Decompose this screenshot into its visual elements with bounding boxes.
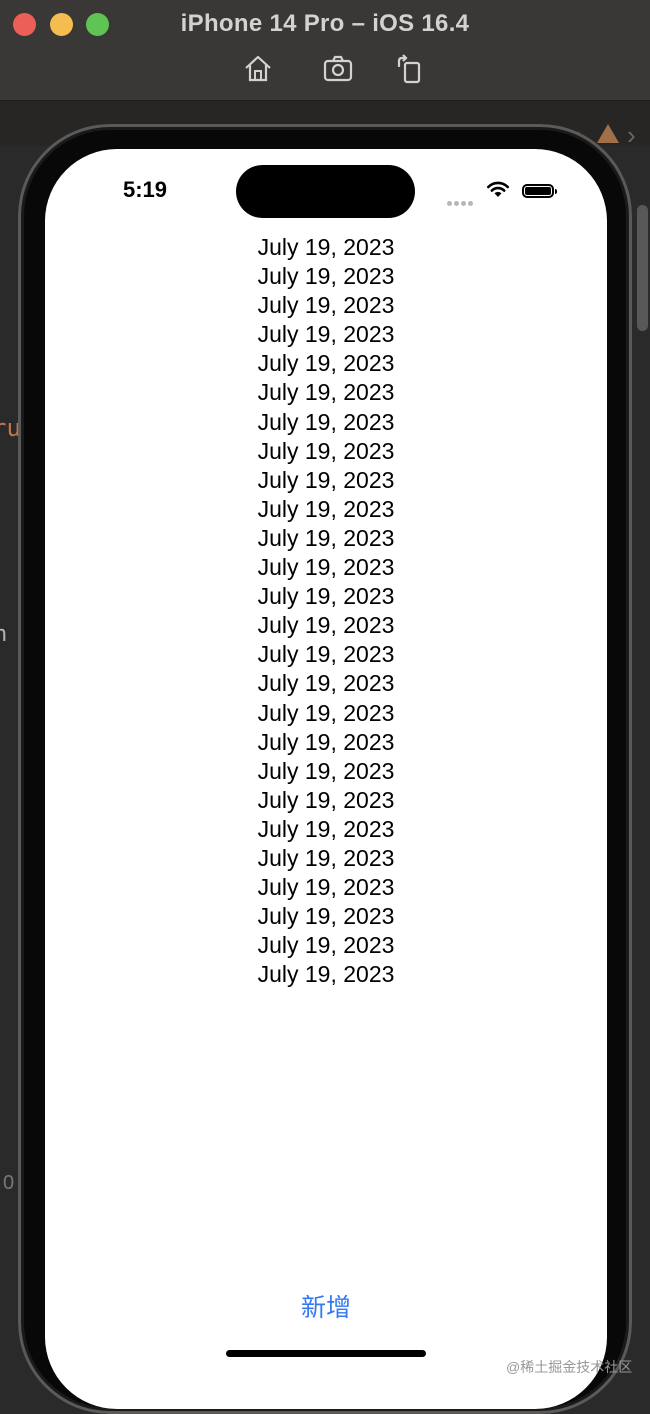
screenshot-button[interactable]	[322, 53, 354, 85]
list-item: July 19, 2023	[257, 554, 395, 581]
date-list[interactable]: July 19, 2023 July 19, 2023 July 19, 2023 J…	[45, 233, 607, 989]
list-item: July 19, 2023	[257, 263, 395, 290]
window-title: iPhone 14 Pro – iOS 16.4	[180, 10, 470, 37]
warning-icon[interactable]	[597, 124, 619, 143]
list-item: July 19, 2023	[257, 495, 395, 522]
list-item: July 19, 2023	[257, 379, 395, 406]
list-item: July 19, 2023	[257, 670, 395, 697]
list-item: July 19, 2023	[257, 524, 395, 551]
watermark: @稀土掘金技术社区	[506, 1359, 633, 1375]
signal-dots-icon	[447, 193, 475, 211]
list-item: July 19, 2023	[257, 612, 395, 639]
list-item: July 19, 2023	[257, 437, 395, 464]
status-time: 5:19	[123, 177, 168, 202]
list-item: July 19, 2023	[257, 903, 395, 930]
chevron-right-icon[interactable]: ›	[627, 120, 636, 151]
battery-icon	[522, 184, 557, 198]
editor-scrollbar[interactable]	[637, 205, 648, 331]
list-item: July 19, 2023	[257, 961, 395, 988]
list-item: July 19, 2023	[257, 757, 395, 784]
list-item: July 19, 2023	[257, 408, 395, 435]
list-item: July 19, 2023	[257, 292, 395, 319]
wifi-icon	[487, 181, 509, 197]
rotate-button[interactable]	[393, 53, 425, 85]
list-item: July 19, 2023	[257, 641, 395, 668]
home-indicator[interactable]	[226, 1350, 426, 1357]
editor-code-fragment: n	[0, 622, 8, 647]
list-item: July 19, 2023	[257, 844, 395, 871]
home-button[interactable]	[242, 53, 274, 85]
editor-code-fragment: 0	[3, 1172, 15, 1194]
list-item: July 19, 2023	[257, 466, 395, 493]
list-item: July 19, 2023	[257, 234, 395, 260]
list-item: July 19, 2023	[257, 815, 395, 842]
list-item: July 19, 2023	[257, 350, 395, 377]
simulator-titlebar: iPhone 14 Pro – iOS 16.4	[0, 0, 650, 101]
screenshot-icon	[323, 55, 353, 82]
dynamic-island	[236, 165, 415, 218]
list-item: July 19, 2023	[257, 583, 395, 610]
list-item: July 19, 2023	[257, 874, 395, 901]
list-item: July 19, 2023	[257, 699, 395, 726]
list-item: July 19, 2023	[257, 728, 395, 755]
list-item: July 19, 2023	[257, 321, 395, 348]
add-button[interactable]: 新增	[45, 1287, 607, 1325]
iphone-screen: 5:19 July 19, 2023 July 19, 2023 July 19, …	[45, 149, 607, 1409]
list-item: July 19, 2023	[257, 932, 395, 959]
rotate-icon	[397, 54, 421, 84]
list-item: July 19, 2023	[257, 786, 395, 813]
home-icon	[245, 55, 271, 82]
